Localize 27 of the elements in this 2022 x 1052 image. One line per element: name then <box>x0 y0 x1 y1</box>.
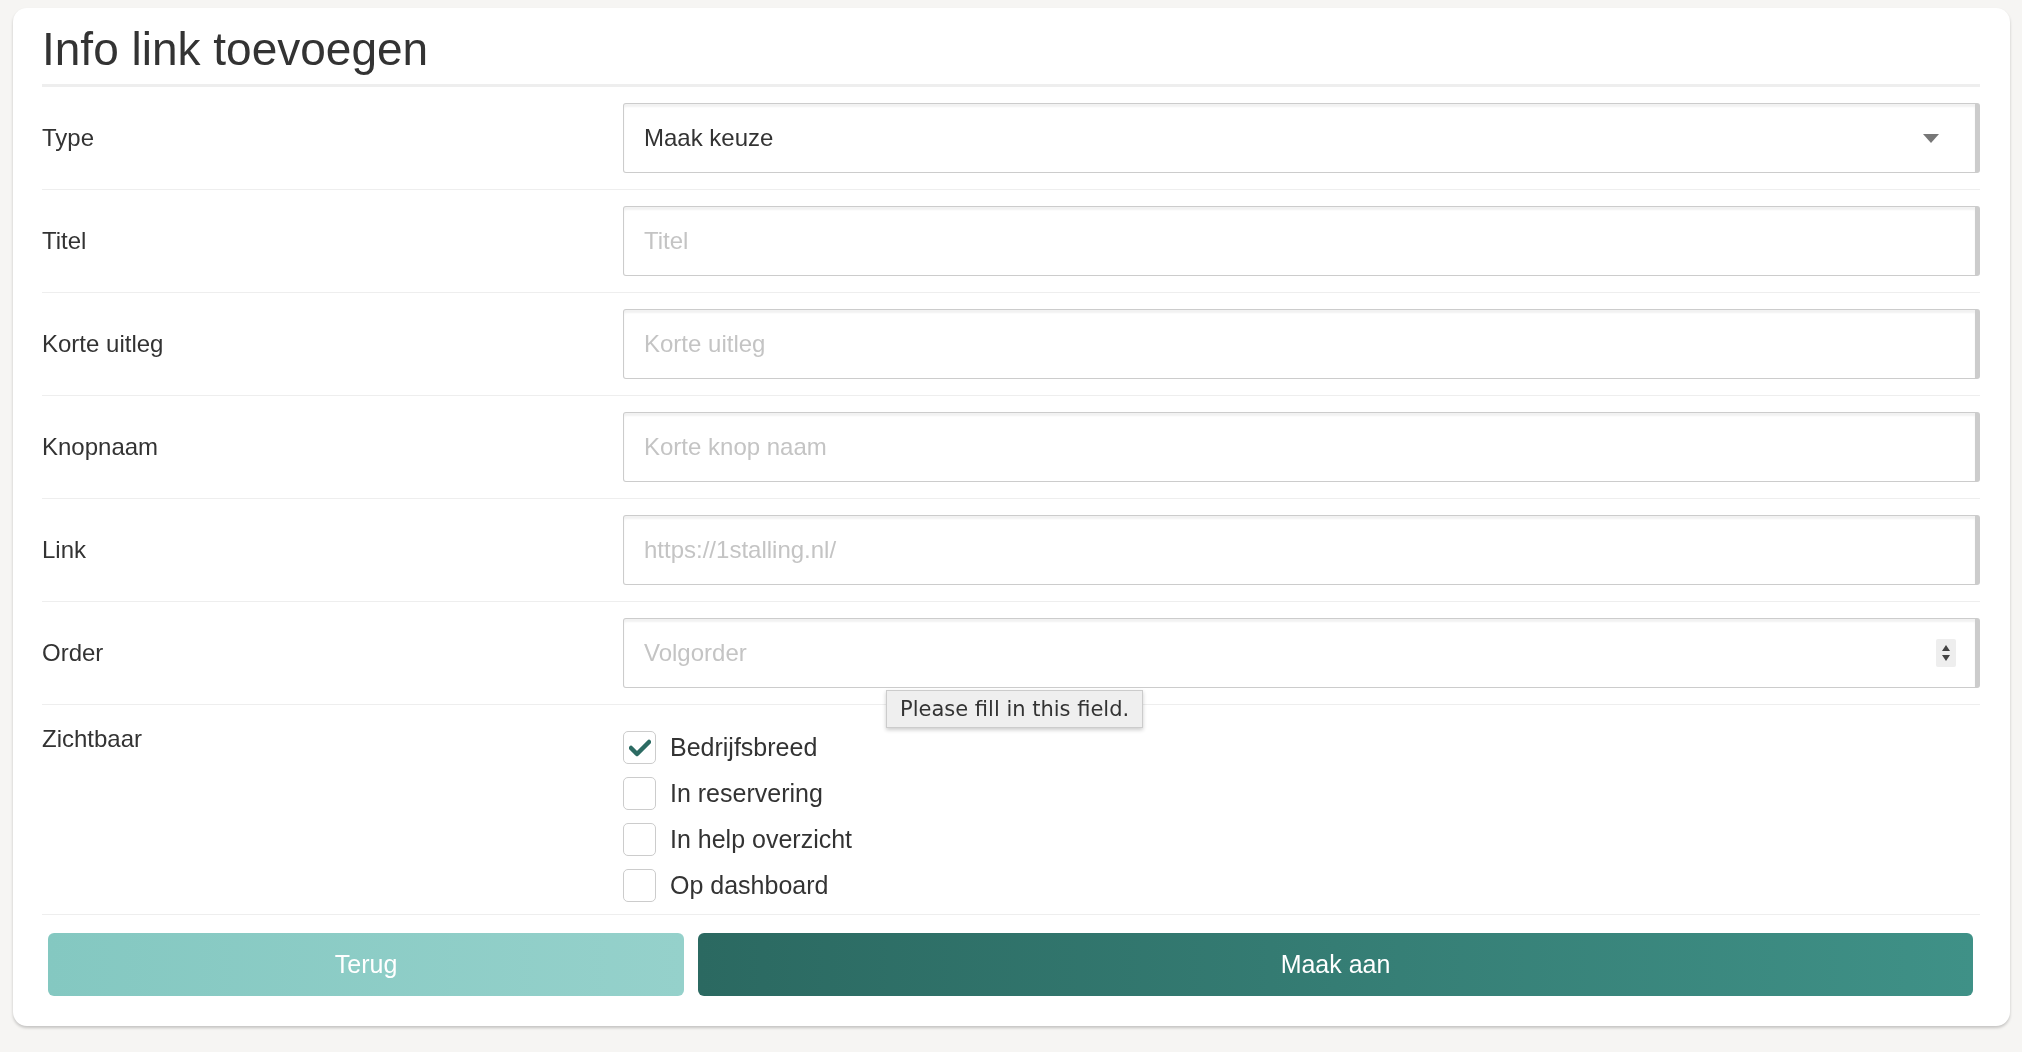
spinner-icon[interactable] <box>1936 639 1956 667</box>
validation-tooltip: Please fill in this field. <box>886 690 1144 728</box>
text-field[interactable]: Korte knop naam <box>623 412 1980 482</box>
form-title: Info link toevoegen <box>42 18 1980 87</box>
field-label: Link <box>42 536 88 564</box>
field-label: Knopnaam <box>42 433 160 461</box>
text-field[interactable]: Titel <box>623 206 1980 276</box>
checkbox[interactable] <box>623 869 656 902</box>
checkbox-label: In reservering <box>670 779 823 808</box>
field-label: Korte uitleg <box>42 330 165 358</box>
type-select[interactable]: Maak keuze <box>623 103 1980 173</box>
field-label: Titel <box>42 227 88 255</box>
text-field[interactable]: https://1stalling.nl/ <box>623 515 1980 585</box>
checkbox[interactable] <box>623 731 656 764</box>
checkbox-label: In help overzicht <box>670 825 853 854</box>
checkbox-label: Op dashboard <box>670 871 829 900</box>
field-label: Type <box>42 124 96 152</box>
checkbox[interactable] <box>623 823 656 856</box>
field-label: Zichtbaar <box>42 724 144 753</box>
checkmark-icon <box>628 738 651 757</box>
submit-button[interactable]: Maak aan <box>698 933 1973 996</box>
text-field[interactable]: Korte uitleg <box>623 309 1980 379</box>
field-label: Order <box>42 639 105 667</box>
checkbox-label: Bedrijfsbreed <box>670 733 818 762</box>
caret-icon <box>1923 133 1939 143</box>
checkbox[interactable] <box>623 777 656 810</box>
number-field[interactable]: Volgorder <box>623 618 1980 688</box>
